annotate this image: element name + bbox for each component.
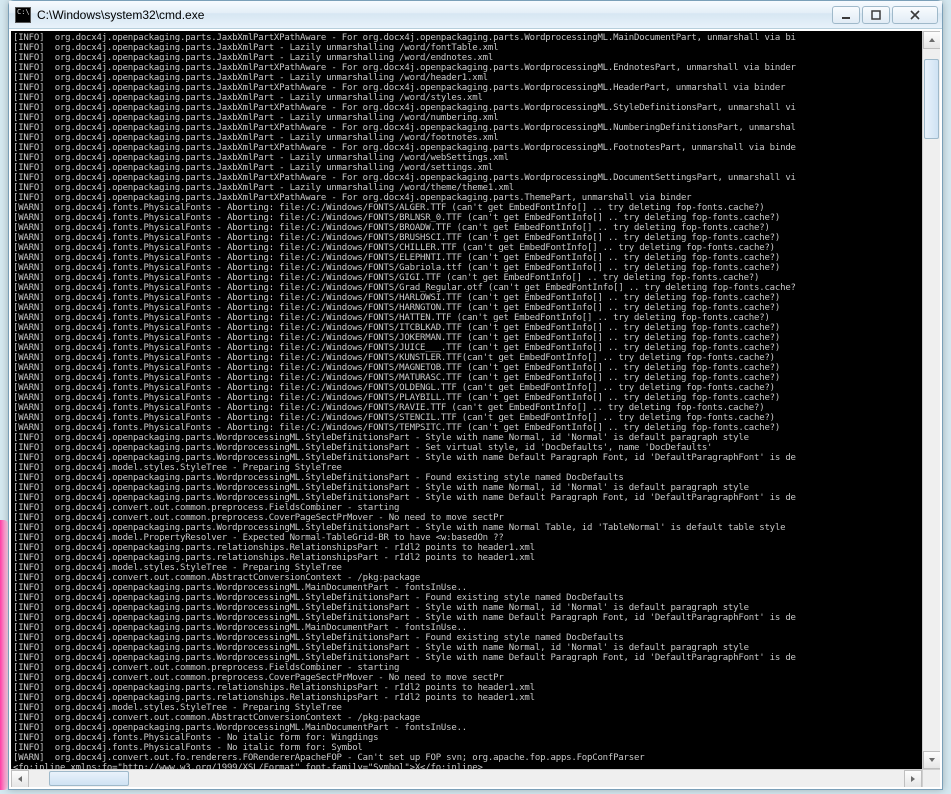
window-buttons: [832, 6, 938, 24]
chevron-right-icon: [909, 775, 917, 783]
chevron-up-icon: [928, 36, 936, 44]
console-area: [INFO] org.docx4j.openpackaging.parts.Ja…: [11, 31, 940, 787]
close-button[interactable]: [892, 6, 938, 24]
cmd-icon: [15, 7, 31, 23]
vertical-scroll-track[interactable]: [923, 49, 940, 751]
close-icon: [909, 10, 921, 20]
minimize-icon: [841, 10, 851, 20]
vertical-scroll-thumb[interactable]: [924, 59, 939, 139]
console-output[interactable]: [INFO] org.docx4j.openpackaging.parts.Ja…: [11, 31, 922, 769]
minimize-button[interactable]: [832, 6, 860, 24]
horizontal-scroll-track[interactable]: [29, 770, 904, 787]
scroll-left-button[interactable]: [11, 770, 29, 787]
scroll-down-button[interactable]: [923, 751, 940, 769]
background-accent: [0, 520, 8, 790]
scroll-right-button[interactable]: [904, 770, 922, 787]
chevron-down-icon: [928, 756, 936, 764]
chevron-left-icon: [16, 775, 24, 783]
titlebar[interactable]: C:\Windows\system32\cmd.exe: [9, 1, 942, 29]
horizontal-scrollbar[interactable]: [11, 769, 940, 787]
resize-grip[interactable]: [922, 770, 940, 787]
scroll-up-button[interactable]: [923, 31, 940, 49]
horizontal-scroll-thumb[interactable]: [49, 771, 129, 786]
cmd-window: C:\Windows\system32\cmd.exe [INFO] org.d…: [8, 0, 943, 790]
vertical-scrollbar[interactable]: [922, 31, 940, 769]
maximize-button[interactable]: [862, 6, 890, 24]
window-title: C:\Windows\system32\cmd.exe: [37, 8, 832, 22]
maximize-icon: [871, 10, 881, 20]
